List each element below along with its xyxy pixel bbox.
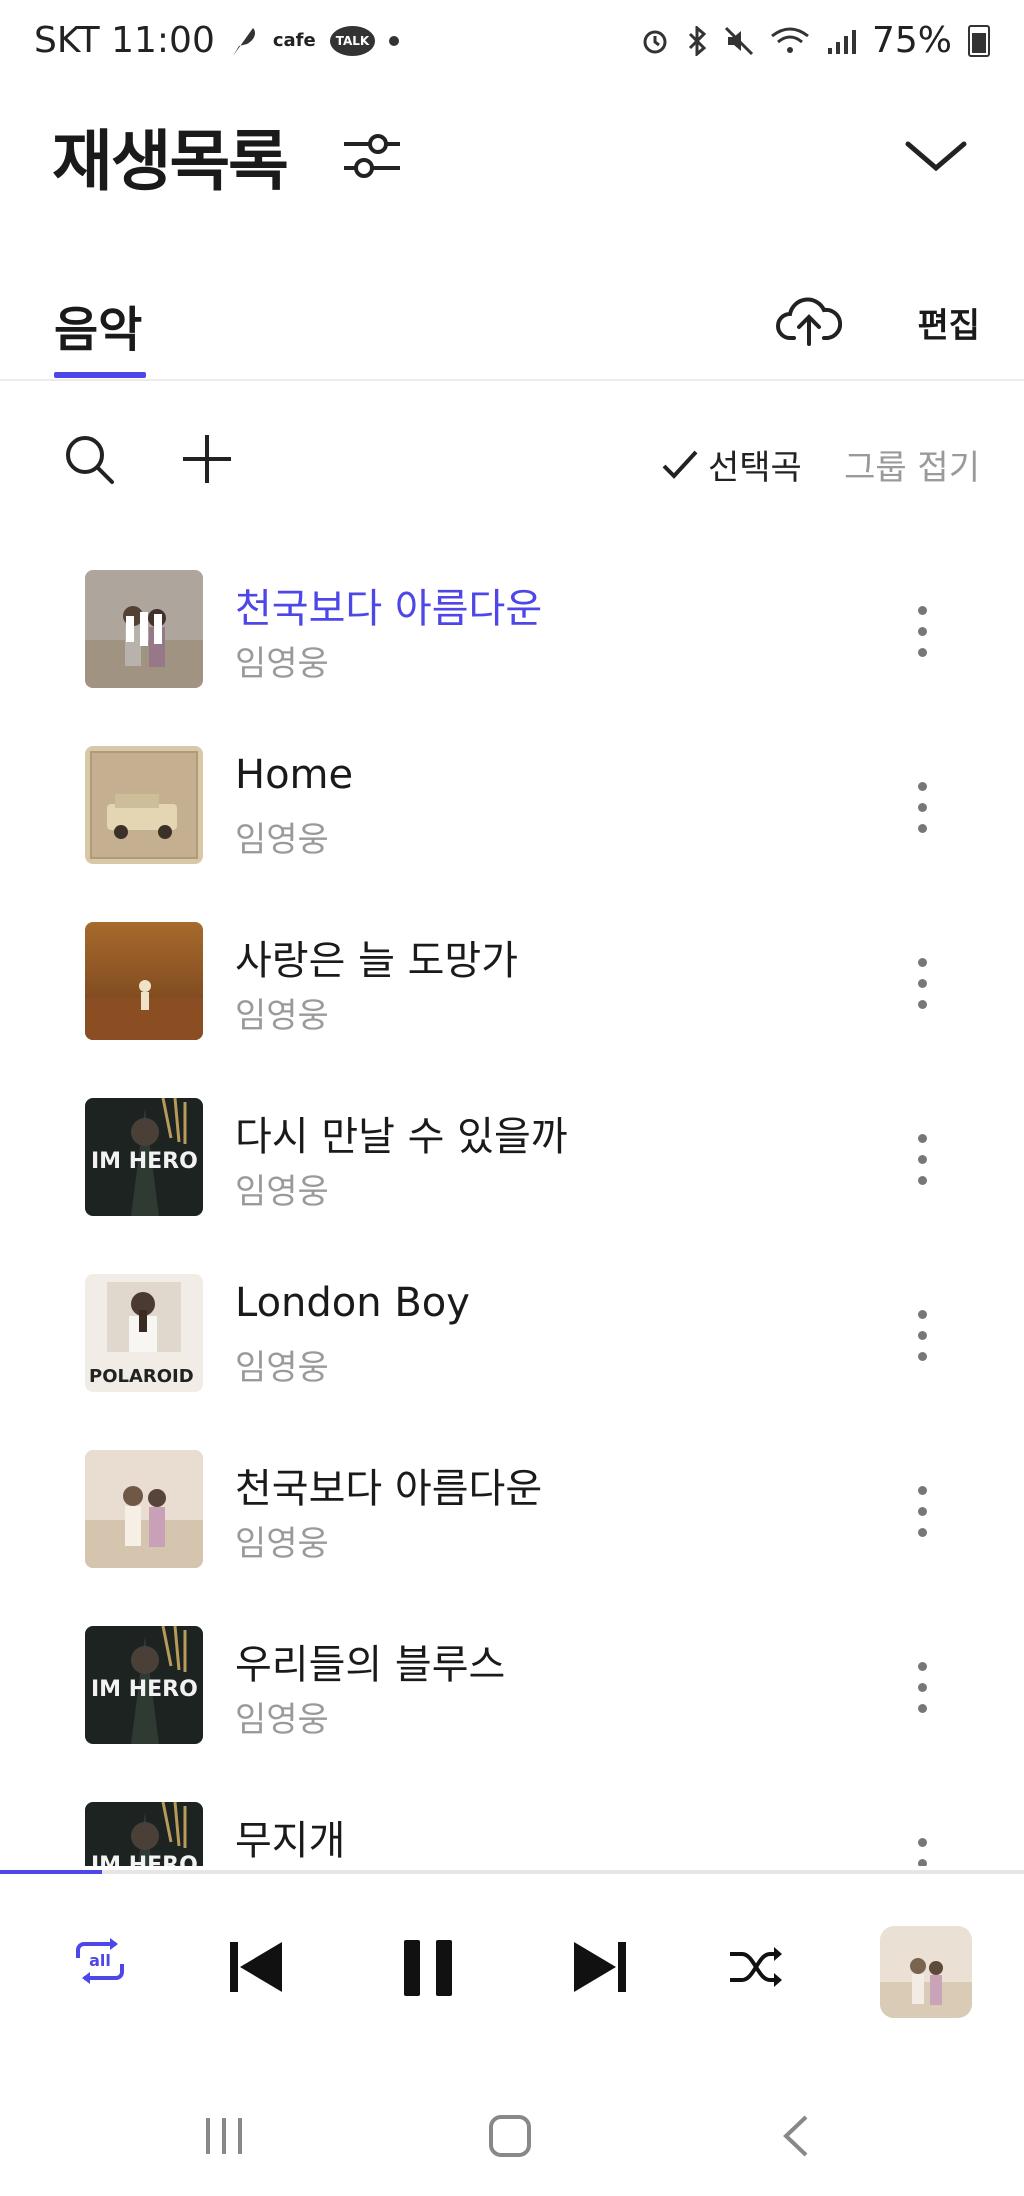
- tab-music[interactable]: 음악: [54, 290, 142, 360]
- song-row[interactable]: POLAROID London Boy 임영웅: [0, 1254, 1024, 1430]
- song-artist: 임영웅: [235, 1348, 329, 1388]
- cloud-upload-icon[interactable]: [776, 292, 842, 348]
- shuffle-icon[interactable]: [728, 1944, 784, 1990]
- cafe-icon: cafe: [272, 30, 316, 51]
- song-row[interactable]: IM HERO무지개임영웅: [0, 1782, 1024, 1866]
- next-icon[interactable]: [572, 1940, 628, 1994]
- more-vertical-icon[interactable]: [902, 606, 942, 660]
- status-left: SKT 11:00 cafe TALK: [34, 20, 400, 61]
- song-list: 천국보다 아름다운 임영웅 Home 임영웅 사랑은 늘 도망가 임영웅 IM HERO 다시…: [0, 550, 1024, 1866]
- alarm-icon: [643, 30, 667, 53]
- now-playing-cover[interactable]: [880, 1926, 972, 2018]
- recents-icon[interactable]: [202, 2116, 246, 2156]
- song-title: 다시 만날 수 있을까: [235, 1114, 568, 1160]
- status-right: 75%: [640, 20, 990, 61]
- song-row[interactable]: Home 임영웅: [0, 726, 1024, 902]
- album-cover: IM HERO: [85, 1098, 203, 1216]
- wifi-icon: [771, 27, 809, 53]
- selected-songs-button[interactable]: 선택곡: [660, 440, 802, 489]
- more-vertical-icon[interactable]: [902, 958, 942, 1012]
- svg-text:IM HERO: IM HERO: [91, 1677, 198, 1702]
- album-cover: [85, 1450, 203, 1568]
- battery-level: 75%: [871, 20, 952, 61]
- more-vertical-icon[interactable]: [902, 1134, 942, 1188]
- svg-text:POLAROID: POLAROID: [89, 1366, 194, 1387]
- song-row[interactable]: IM HERO 다시 만날 수 있을까임영웅: [0, 1078, 1024, 1254]
- check-icon: [662, 450, 698, 479]
- song-artist: 임영웅: [235, 1172, 329, 1212]
- battery-icon: [968, 24, 990, 57]
- signal-icon: [827, 29, 856, 54]
- album-cover: [85, 922, 203, 1040]
- carrier-time: SKT 11:00: [34, 20, 215, 61]
- home-icon[interactable]: [488, 2114, 532, 2158]
- song-title: Home: [235, 752, 354, 798]
- song-title: 무지개: [235, 1818, 346, 1864]
- more-vertical-icon[interactable]: [902, 782, 942, 836]
- group-fold-button[interactable]: 그룹 접기: [844, 440, 980, 489]
- song-artist: 임영웅: [235, 1700, 329, 1740]
- search-icon[interactable]: [62, 432, 116, 486]
- previous-icon[interactable]: [228, 1940, 284, 1994]
- song-title: 사랑은 늘 도망가: [235, 938, 519, 984]
- more-vertical-icon[interactable]: [902, 1662, 942, 1716]
- more-vertical-icon[interactable]: [902, 1838, 942, 1866]
- song-artist: 임영웅: [235, 1524, 329, 1564]
- more-vertical-icon[interactable]: [902, 1310, 942, 1364]
- filter-icon[interactable]: [340, 128, 404, 184]
- kakaotalk-icon: TALK: [329, 25, 376, 56]
- song-title: 우리들의 블루스: [235, 1642, 506, 1688]
- album-cover-image: [880, 1926, 972, 2018]
- album-cover: IM HERO: [85, 1626, 203, 1744]
- feather-icon: [232, 27, 255, 56]
- back-icon[interactable]: [780, 2114, 810, 2158]
- repeat-all-icon[interactable]: all: [72, 1936, 128, 1986]
- more-vertical-icon[interactable]: [902, 1486, 942, 1540]
- equalizer-icon: [85, 570, 203, 688]
- svg-text:IM HERO: IM HERO: [91, 1853, 198, 1866]
- album-cover: IM HERO: [85, 1802, 203, 1866]
- song-title: London Boy: [235, 1280, 470, 1326]
- song-row[interactable]: 천국보다 아름다운임영웅: [0, 550, 1024, 726]
- page-title: 재생목록: [52, 123, 289, 200]
- notification-dot-icon: [389, 35, 400, 46]
- album-cover: POLAROID: [85, 1274, 203, 1392]
- song-artist: 임영웅: [235, 820, 329, 860]
- song-row[interactable]: IM HERO 우리들의 블루스임영웅: [0, 1606, 1024, 1782]
- song-title: 천국보다 아름다운: [235, 586, 543, 632]
- song-row[interactable]: 사랑은 늘 도망가임영웅: [0, 902, 1024, 1078]
- song-row[interactable]: 천국보다 아름다운임영웅: [0, 1430, 1024, 1606]
- system-nav-bar: [0, 2080, 1024, 2196]
- tab-active-indicator: [54, 372, 146, 378]
- plus-icon[interactable]: [180, 432, 234, 486]
- selected-songs-label: 선택곡: [708, 448, 802, 488]
- repeat-mode-label: all: [89, 1951, 111, 1970]
- album-cover: [85, 746, 203, 864]
- svg-text:IM HERO: IM HERO: [91, 1149, 198, 1174]
- mute-icon: [724, 26, 754, 55]
- tab-divider: [0, 379, 1024, 381]
- player-controls: all: [0, 1874, 1024, 2074]
- bluetooth-icon: [688, 25, 707, 56]
- song-artist: 임영웅: [235, 644, 329, 684]
- album-cover: [85, 570, 203, 688]
- song-artist: 임영웅: [235, 996, 329, 1036]
- status-bar: SKT 11:00 cafe TALK 75%: [0, 0, 1024, 90]
- pause-icon[interactable]: [402, 1938, 454, 1998]
- edit-button[interactable]: 편집: [917, 298, 980, 347]
- song-title: 천국보다 아름다운: [235, 1466, 543, 1512]
- chevron-down-icon[interactable]: [904, 136, 968, 176]
